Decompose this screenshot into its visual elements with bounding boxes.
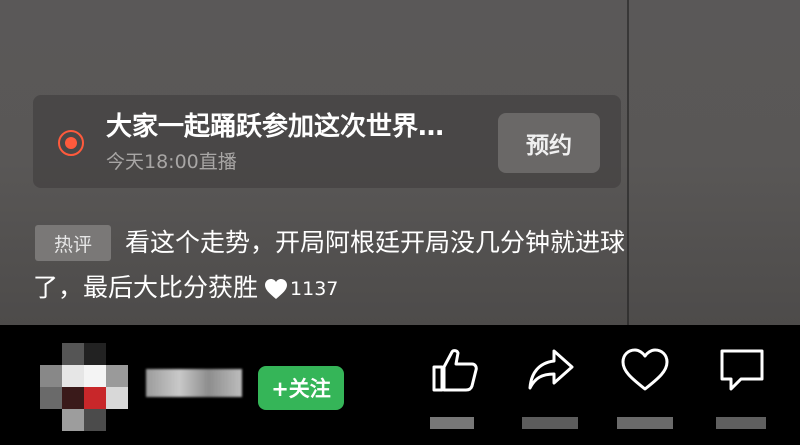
comment-like-heart-icon[interactable] (264, 278, 288, 300)
share-icon[interactable] (526, 347, 576, 393)
avatar-pixel (84, 343, 106, 365)
live-record-icon (58, 130, 84, 156)
thumbs-up-icon[interactable] (430, 347, 480, 393)
avatar-pixel (84, 409, 106, 431)
avatar-pixel (62, 365, 84, 387)
heart-icon[interactable] (620, 347, 670, 393)
author-username-blurred[interactable] (146, 369, 242, 397)
follow-button[interactable]: +关注 (258, 366, 344, 410)
avatar-pixel (62, 387, 84, 409)
hot-comment-text-line2: 了，最后大比分获胜 1137 (33, 271, 338, 306)
avatar-pixel (40, 387, 62, 409)
hot-comment-text-line1: 看这个走势，开局阿根廷开局没几分钟就进球 (125, 228, 626, 257)
avatar-pixel (84, 387, 106, 409)
comment-icon[interactable] (717, 347, 767, 393)
comment-count-blurred (716, 417, 766, 429)
background-wall-seam (627, 0, 629, 325)
hot-comment-text-line2-content: 了，最后大比分获胜 (33, 273, 259, 302)
reserve-button[interactable]: 预约 (498, 113, 600, 173)
live-time: 今天18:00直播 (106, 151, 237, 173)
author-avatar[interactable] (40, 343, 132, 435)
avatar-pixel (84, 365, 106, 387)
avatar-pixel (62, 343, 84, 365)
avatar-pixel (40, 365, 62, 387)
comment-like-count: 1137 (290, 278, 339, 300)
hot-comment-tag: 热评 (35, 225, 111, 261)
share-count-blurred (522, 417, 578, 429)
like-count-blurred (430, 417, 474, 429)
live-title: 大家一起踊跃参加这次世界… (106, 112, 445, 142)
favorite-count-blurred (617, 417, 673, 429)
avatar-pixel (106, 365, 128, 387)
avatar-pixel (106, 387, 128, 409)
avatar-pixel (62, 409, 84, 431)
